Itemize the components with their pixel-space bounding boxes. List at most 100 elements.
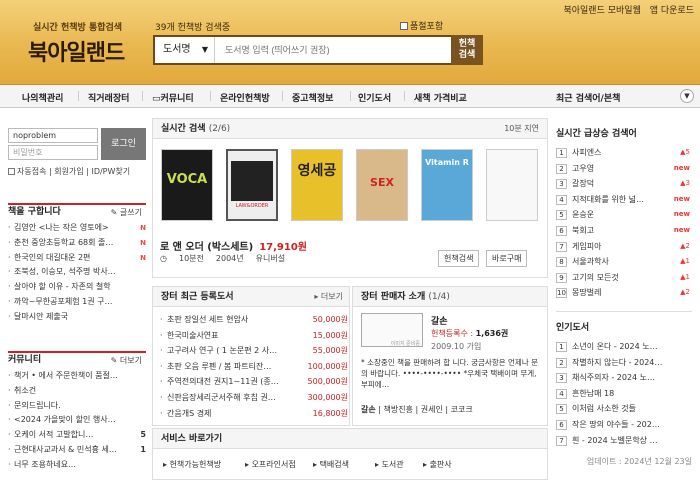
chevron-down-icon[interactable]: ▼ <box>680 89 694 103</box>
find-account-link[interactable]: ID/PW찾기 <box>91 167 130 176</box>
nav-popular[interactable]: 인기도서 <box>358 91 391 104</box>
hot-keyword[interactable]: 7 게임피아 ▲2 <box>556 239 692 255</box>
registered-more-link[interactable]: ▸ 더보기 <box>314 287 343 307</box>
nav-online-store[interactable]: 온라인헌책방 <box>220 91 270 104</box>
popular-book[interactable]: 6 작은 땅의 야수들 - 202… <box>556 417 692 433</box>
popular-book[interactable]: 5 이처럼 사소한 것들 <box>556 401 692 417</box>
signup-link[interactable]: 회원가입 <box>54 167 83 176</box>
list-item[interactable]: 간음개S 경제16,800원 <box>160 406 348 422</box>
seller-link[interactable]: 책방진흥 <box>384 405 413 414</box>
realtime-header: 실시간 검색 (2/6) 10분 지연 <box>153 119 547 139</box>
list-item[interactable]: 신판음장세리군서주해 후칩 권…300,000원 <box>160 390 348 406</box>
list-item[interactable]: 한국미술사연표15,000원 <box>160 328 348 344</box>
service-link[interactable]: ▸ 출판사 <box>423 459 452 470</box>
book-cover-selected[interactable]: LAW&ORDER <box>226 149 278 221</box>
hot-keyword[interactable]: 6 북회고 new <box>556 223 692 239</box>
hot-keyword[interactable]: 2 고우영 new <box>556 161 692 177</box>
hot-keyword[interactable]: 4 지적대화를 위한 넓… new <box>556 192 692 208</box>
seller-link[interactable]: 권세인 <box>421 405 443 414</box>
list-item[interactable]: 김영안 <나는 작은 영토에>N <box>8 221 146 236</box>
nav-divider <box>142 91 143 101</box>
login-button[interactable]: 로그인 <box>101 128 146 160</box>
search-input[interactable] <box>225 37 450 63</box>
list-item[interactable]: 춘천 중앙초등학교 68회 졸…N <box>8 236 146 251</box>
mobile-web-link[interactable]: 북아일랜드 모바일웹 <box>563 6 640 16</box>
list-item[interactable]: 초판 장일선 세트 현암사50,000원 <box>160 312 348 328</box>
service-link[interactable]: ▸ 오프라인서점 <box>245 459 296 470</box>
list-item[interactable]: 고구려사 연구 ( 1 논문편 2 사…55,000원 <box>160 343 348 359</box>
nav-divider <box>282 91 283 101</box>
nav-market[interactable]: 직거래장터 <box>88 91 129 104</box>
login-options: 자동접속 | 회원가입 | ID/PW찾기 <box>8 166 130 177</box>
nav-my-books[interactable]: 나의책관리 <box>22 91 63 104</box>
nav-used-book-info[interactable]: 중고책정보 <box>292 91 333 104</box>
include-soldout-checkbox[interactable]: 품절포함 <box>400 19 443 32</box>
list-item[interactable]: 달마시안 제출국 <box>8 310 146 325</box>
book-meta: ◷ 10분전 2004년 유니버설 <box>160 254 286 263</box>
seller-panel: 장터 판매자 소개 (1/4) 이미지 준비중 갈손 헌책등록수 : 1,636… <box>352 286 548 426</box>
popular-book[interactable]: 7흰 - 2024 노벨문학상 … <box>556 433 692 449</box>
checkbox-icon[interactable] <box>400 22 408 30</box>
popular-book[interactable]: 2 작별하지 않는다 - 2024… <box>556 355 692 371</box>
hot-keyword[interactable]: 5 윤승운 new <box>556 207 692 223</box>
hot-keyword[interactable]: 3 갈장덕 ▲3 <box>556 176 692 192</box>
wanted-list: 김영안 <나는 작은 영토에>N 춘천 중앙초등학교 68회 졸…N 한국인의 … <box>8 221 146 325</box>
recent-search-toggle[interactable]: 최근 검색어/본책 <box>556 91 692 104</box>
seller-score: 헌책등록수 : 1,636권 <box>431 329 509 338</box>
hot-keyword[interactable]: 10 몽땅벌레 ▲2 <box>556 285 692 301</box>
search-type-select[interactable]: ▼ 도서명 <box>155 37 215 63</box>
popular-book[interactable]: 3 채식주의자 - 2024 노… <box>556 370 692 386</box>
id-field[interactable]: noproblem <box>8 128 98 143</box>
book-price: 17,910원 <box>259 242 307 253</box>
book-cover[interactable]: VOCA <box>161 149 213 221</box>
hot-keyword[interactable]: 8 서울과학사 ▲1 <box>556 254 692 270</box>
list-item[interactable]: 주역전의대전 권지1~11권 (종…500,000원 <box>160 374 348 390</box>
book-cover[interactable]: Vitamin R <box>421 149 473 221</box>
nav-community[interactable]: ▭커뮤니티 <box>152 91 194 104</box>
book-cover[interactable]: 영세공 <box>291 149 343 221</box>
list-item[interactable]: 살아야 할 이유 - 자존의 철학 <box>8 280 146 295</box>
list-item[interactable]: 까악~무한공포체험 1권 구… <box>8 295 146 310</box>
community-more-link[interactable]: ✎ 더보기 <box>111 355 142 366</box>
list-item[interactable]: 책거 • 에서 주문한책이 품절… <box>8 369 146 384</box>
pencil-icon: ✎ <box>110 208 120 217</box>
list-item[interactable]: 초판 오음 루펜 / 봄 파트티잔…100,000원 <box>160 359 348 375</box>
list-item[interactable]: 문의드립니다. <box>8 399 146 414</box>
nav-divider <box>210 91 211 101</box>
seller-link[interactable]: 코코크 <box>451 405 473 414</box>
book-title[interactable]: 로 앤 오더 (박스세트) 17,910원 <box>160 238 307 253</box>
popular-book[interactable]: 1 소년이 온다 - 2024 노… <box>556 339 692 355</box>
buy-now-button[interactable]: 바로구매 <box>486 250 528 267</box>
hot-keyword[interactable]: 1 사피엔스 ▲5 <box>556 145 692 161</box>
book-cover-empty[interactable] <box>486 149 538 221</box>
search-button[interactable]: 헌책 검색 <box>451 35 483 65</box>
password-field[interactable]: 비밀번호 <box>8 145 98 160</box>
clock-icon: ◷ <box>160 254 167 263</box>
list-item[interactable]: 너무 조용하네요… <box>8 458 146 473</box>
community-box: 커뮤니티 ✎ 더보기 책거 • 에서 주문한책이 품절… 취소건 문의드립니다.… <box>8 351 146 486</box>
top-links: 북아일랜드 모바일웹 앱 다운로드 <box>557 3 694 16</box>
list-item[interactable]: 근현대사교과서 & 민석흉 세…1 <box>8 443 146 458</box>
service-link[interactable]: ▸ 도서관 <box>375 459 404 470</box>
seller-link[interactable]: 갈손 <box>361 405 376 414</box>
list-item[interactable]: 한국인의 대길대운 2편N <box>8 251 146 266</box>
update-date: 업데이트 : 2024년 12월 23일 <box>586 457 692 467</box>
service-link[interactable]: ▸ 택배검색 <box>313 459 349 470</box>
list-item[interactable]: 취소건 <box>8 384 146 399</box>
seller-name[interactable]: 갈손 <box>431 314 448 327</box>
hot-keyword[interactable]: 9 고기의 모든것 ▲1 <box>556 270 692 286</box>
list-item[interactable]: <2024 가을맞이 할인 행사… <box>8 413 146 428</box>
app-download-link[interactable]: 앱 다운로드 <box>650 6 694 16</box>
list-item[interactable]: 오케이 서적 고발합니…5 <box>8 428 146 443</box>
list-item[interactable]: 조북성, 이승모, 석주명 박사… <box>8 265 146 280</box>
popular-book[interactable]: 4 흔한남매 18 <box>556 386 692 402</box>
used-search-button[interactable]: 헌책검색 <box>438 250 480 267</box>
registered-header: 장터 최근 등록도서 ▸ 더보기 <box>153 287 349 307</box>
site-logo[interactable]: 북아일랜드 <box>28 35 125 67</box>
nav-price-compare[interactable]: 새책 가격비교 <box>414 91 467 104</box>
book-cover[interactable]: SEX <box>356 149 408 221</box>
tagline: 실시간 헌책방 통합검색 <box>33 23 123 33</box>
auto-login-checkbox[interactable] <box>8 168 15 175</box>
service-link[interactable]: ▸ 헌책가능헌책방 <box>163 459 221 470</box>
wanted-write-link[interactable]: ✎ 글쓰기 <box>111 207 142 218</box>
